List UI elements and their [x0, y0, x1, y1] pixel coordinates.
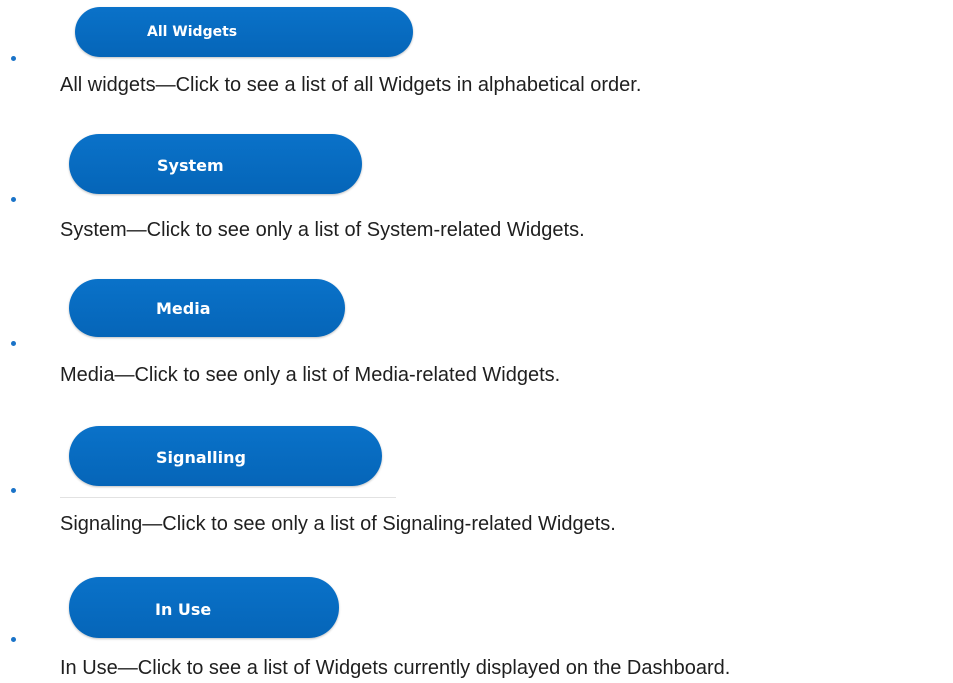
bullet — [11, 341, 16, 346]
system-button[interactable]: System — [69, 134, 362, 194]
signalling-description: Signaling—Click to see only a list of Si… — [60, 513, 616, 535]
signalling-button[interactable]: Signalling — [69, 426, 382, 486]
media-description: Media—Click to see only a list of Media-… — [60, 364, 561, 386]
all-widgets-description: All widgets—Click to see a list of all W… — [60, 74, 642, 96]
in-use-description: In Use—Click to see a list of Widgets cu… — [60, 657, 731, 679]
all-widgets-button-label: All Widgets — [147, 24, 238, 40]
bullet — [11, 56, 16, 61]
system-description: System—Click to see only a list of Syste… — [60, 219, 585, 241]
media-button[interactable]: Media — [69, 279, 345, 337]
bullet — [11, 197, 16, 202]
bullet — [11, 488, 16, 493]
system-button-label: System — [157, 156, 224, 175]
in-use-button-label: In Use — [155, 600, 212, 619]
bullet — [11, 637, 16, 642]
divider — [60, 497, 396, 498]
in-use-button[interactable]: In Use — [69, 577, 339, 638]
all-widgets-button[interactable]: All Widgets — [75, 7, 413, 57]
signalling-button-label: Signalling — [156, 448, 246, 467]
media-button-label: Media — [156, 299, 211, 318]
